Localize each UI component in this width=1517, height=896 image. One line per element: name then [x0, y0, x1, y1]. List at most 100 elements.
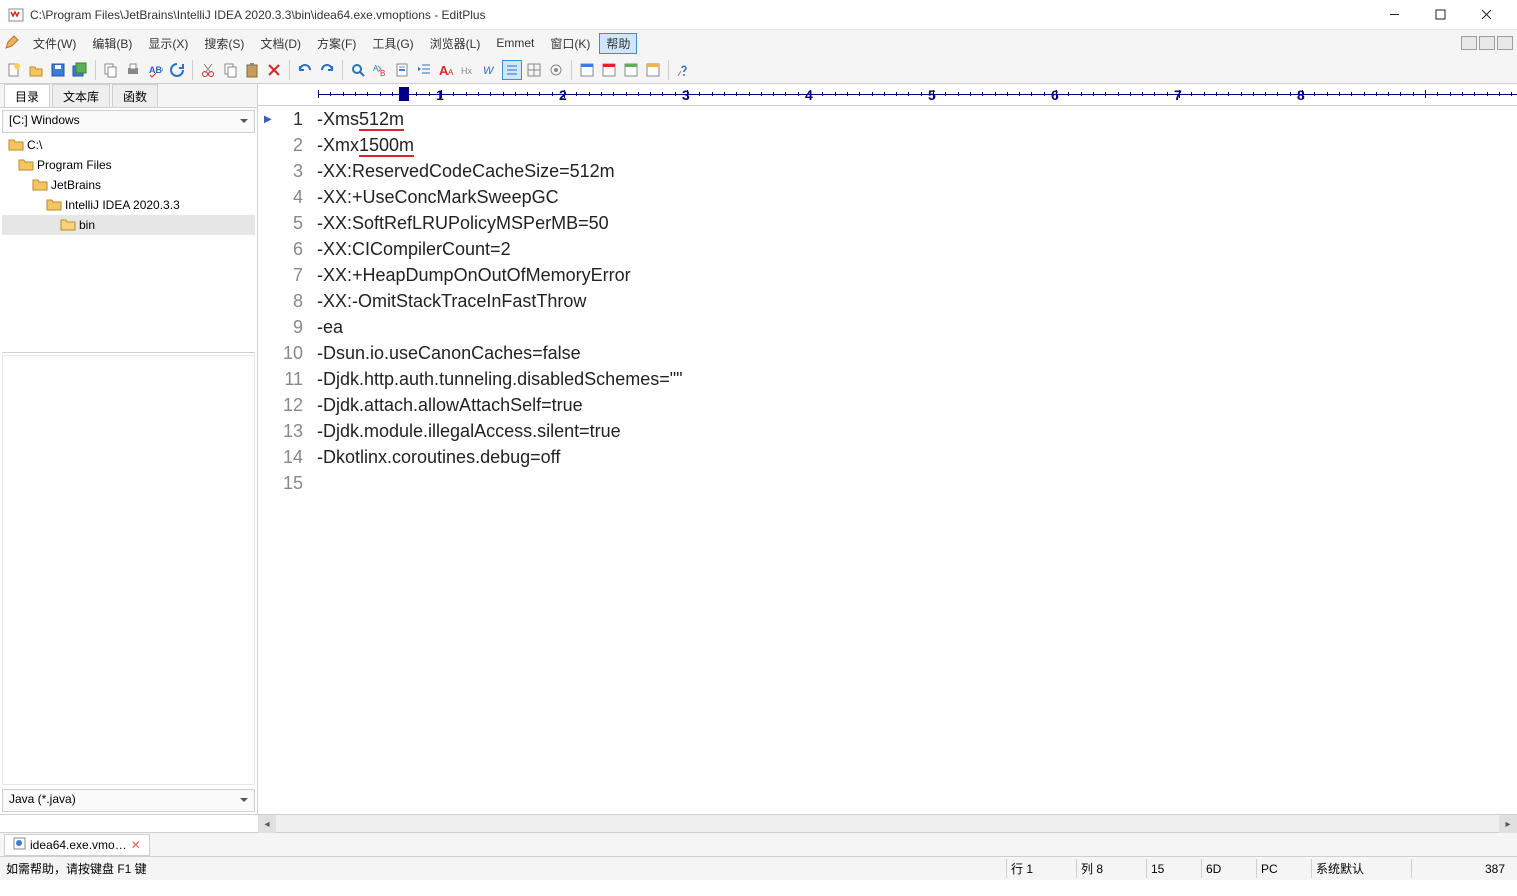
sidebar-tabs: 目录 文本库 函数	[0, 84, 257, 108]
hex-icon[interactable]: Hx	[458, 60, 478, 80]
tree-item-label: Program Files	[37, 158, 112, 172]
file-filter-select[interactable]: Java (*.java)	[2, 789, 255, 812]
menu-edit[interactable]: 编辑(B)	[85, 33, 139, 54]
open-file-icon[interactable]	[26, 60, 46, 80]
browser1-icon[interactable]	[577, 60, 597, 80]
tree-item[interactable]: bin	[2, 215, 255, 235]
find-replace-icon[interactable]: AB	[370, 60, 390, 80]
code-editor[interactable]: 123456789101112131415 -Xms512m-Xmx1500m-…	[258, 106, 1517, 814]
status-col: 列 8	[1076, 859, 1146, 878]
tree-item-label: IntelliJ IDEA 2020.3.3	[65, 198, 180, 212]
tree-item[interactable]: Program Files	[2, 155, 255, 175]
help-icon[interactable]	[674, 60, 694, 80]
menu-bar: 文件(W) 编辑(B) 显示(X) 搜索(S) 文档(D) 方案(F) 工具(G…	[0, 30, 1517, 56]
minimize-button[interactable]	[1371, 0, 1417, 30]
tree-item[interactable]: C:\	[2, 135, 255, 155]
folder-icon	[32, 177, 48, 193]
browser2-icon[interactable]	[599, 60, 619, 80]
menu-emmet[interactable]: Emmet	[489, 34, 541, 52]
maximize-button[interactable]	[1417, 0, 1463, 30]
save-all-icon[interactable]	[70, 60, 90, 80]
browser4-icon[interactable]	[643, 60, 663, 80]
undo-icon[interactable]	[295, 60, 315, 80]
pencil-icon	[4, 34, 20, 53]
tree-item-label: bin	[79, 218, 95, 232]
reload-icon[interactable]	[167, 60, 187, 80]
line-number-gutter: 123456789101112131415	[258, 106, 313, 814]
copy-icon[interactable]	[101, 60, 121, 80]
title-bar: C:\Program Files\JetBrains\IntelliJ IDEA…	[0, 0, 1517, 30]
indent-icon[interactable]	[414, 60, 434, 80]
hscroll-track[interactable]	[276, 815, 1499, 832]
svg-text:B: B	[380, 69, 385, 78]
mdi-controls	[1461, 36, 1513, 50]
svg-text:Hx: Hx	[461, 66, 472, 76]
list-icon[interactable]	[502, 60, 522, 80]
tree-item-label: C:\	[27, 138, 42, 152]
close-tab-icon[interactable]: ✕	[131, 838, 141, 852]
new-file-icon[interactable]	[4, 60, 24, 80]
mdi-close-button[interactable]	[1497, 36, 1513, 50]
redo-icon[interactable]	[317, 60, 337, 80]
menu-view[interactable]: 显示(X)	[141, 33, 195, 54]
file-list-pane[interactable]	[2, 355, 255, 785]
menu-window[interactable]: 窗口(K)	[543, 33, 597, 54]
drive-select[interactable]: [C:] Windows	[2, 110, 255, 133]
print-icon[interactable]	[123, 60, 143, 80]
settings-icon[interactable]	[546, 60, 566, 80]
tab-directory[interactable]: 目录	[4, 84, 50, 107]
sidebar: 目录 文本库 函数 [C:] Windows C:\ Program Files J…	[0, 84, 258, 814]
status-help-text: 如需帮助，请按键盘 F1 键	[6, 860, 1006, 877]
tab-functions[interactable]: 函数	[112, 84, 158, 107]
paste-icon[interactable]	[242, 60, 262, 80]
tree-item[interactable]: JetBrains	[2, 175, 255, 195]
menu-help[interactable]: 帮助	[599, 33, 637, 54]
grid-icon[interactable]	[524, 60, 544, 80]
tree-item-label: JetBrains	[51, 178, 101, 192]
status-line: 行 1	[1006, 859, 1076, 878]
font-size-icon[interactable]: AA	[436, 60, 456, 80]
tab-textlib[interactable]: 文本库	[52, 84, 110, 107]
mdi-minimize-button[interactable]	[1461, 36, 1477, 50]
menu-document[interactable]: 文档(D)	[253, 33, 308, 54]
close-button[interactable]	[1463, 0, 1509, 30]
editor-area: 12345678 123456789101112131415 -Xms512m-…	[258, 84, 1517, 814]
file-tab-active[interactable]: idea64.exe.vmo… ✕	[4, 834, 150, 856]
menu-file[interactable]: 文件(W)	[26, 33, 83, 54]
browser3-icon[interactable]	[621, 60, 641, 80]
menu-tools[interactable]: 工具(G)	[365, 33, 420, 54]
save-icon[interactable]	[48, 60, 68, 80]
folder-icon	[46, 197, 62, 213]
ruler[interactable]: 12345678	[258, 84, 1517, 106]
window-controls	[1371, 0, 1509, 30]
status-v1: 6D	[1201, 859, 1256, 878]
folder-icon	[18, 157, 34, 173]
horizontal-scrollbar[interactable]: ◂ ▸	[258, 815, 1517, 832]
spellcheck-icon[interactable]: ABC	[145, 60, 165, 80]
tree-item[interactable]: IntelliJ IDEA 2020.3.3	[2, 195, 255, 215]
hscroll-row: ◂ ▸	[0, 814, 1517, 832]
app-icon	[8, 7, 24, 23]
mdi-restore-button[interactable]	[1479, 36, 1495, 50]
folder-icon	[8, 137, 24, 153]
window-title: C:\Program Files\JetBrains\IntelliJ IDEA…	[30, 8, 486, 22]
find-icon[interactable]	[348, 60, 368, 80]
menu-browser[interactable]: 浏览器(L)	[423, 33, 488, 54]
hscroll-left-button[interactable]: ◂	[258, 815, 276, 833]
svg-text:A: A	[448, 68, 454, 77]
wrap-icon[interactable]: W	[480, 60, 500, 80]
hscroll-right-button[interactable]: ▸	[1499, 815, 1517, 833]
status-encoding: 系统默认	[1311, 859, 1411, 878]
code-content[interactable]: -Xms512m-Xmx1500m-XX:ReservedCodeCacheSi…	[313, 106, 1517, 814]
goto-line-icon[interactable]	[392, 60, 412, 80]
status-lines-total: 15	[1146, 859, 1201, 878]
menu-search[interactable]: 搜索(S)	[197, 33, 251, 54]
delete-icon[interactable]	[264, 60, 284, 80]
toolbar: ABC AB AA Hx W	[0, 56, 1517, 84]
cut-icon[interactable]	[198, 60, 218, 80]
copy2-icon[interactable]	[220, 60, 240, 80]
directory-tree[interactable]: C:\ Program Files JetBrains IntelliJ IDEA 2…	[2, 135, 255, 353]
status-v3: 387	[1411, 859, 1511, 878]
file-type-icon	[13, 837, 26, 853]
menu-project[interactable]: 方案(F)	[310, 33, 363, 54]
